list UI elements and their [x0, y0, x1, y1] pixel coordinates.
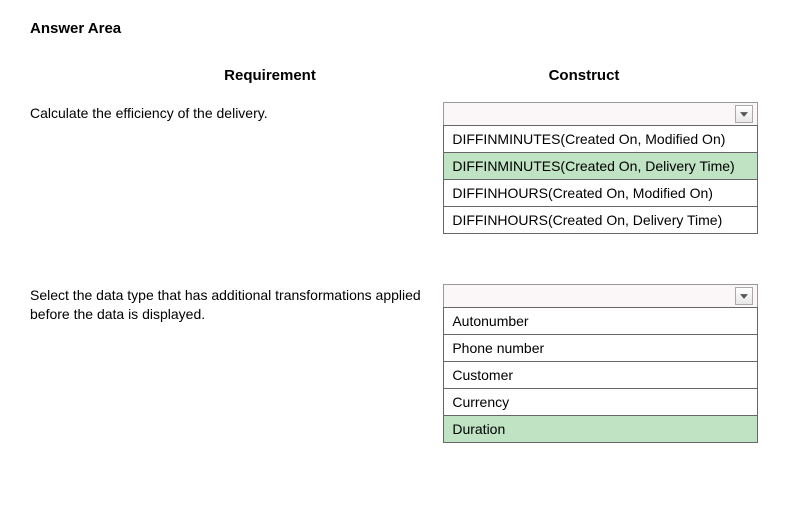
dropdown-option[interactable]: Phone number	[444, 334, 757, 361]
dropdown-option[interactable]: DIFFINMINUTES(Created On, Delivery Time)	[444, 152, 757, 179]
construct-cell: Autonumber Phone number Customer Currenc…	[443, 284, 758, 443]
dropdown-options: DIFFINMINUTES(Created On, Modified On) D…	[443, 125, 758, 234]
dropdown-option[interactable]: Autonumber	[444, 307, 757, 334]
header-construct: Construct	[450, 67, 758, 84]
column-headers: Requirement Construct	[30, 67, 758, 84]
requirement-text: Select the data type that has additional…	[30, 284, 443, 324]
dropdown-select[interactable]	[443, 284, 758, 308]
question-row: Calculate the efficiency of the delivery…	[30, 102, 758, 234]
chevron-down-icon	[735, 105, 753, 123]
dropdown-option[interactable]: Duration	[444, 415, 757, 442]
requirement-text: Calculate the efficiency of the delivery…	[30, 102, 443, 123]
chevron-down-icon	[735, 287, 753, 305]
dropdown-select[interactable]	[443, 102, 758, 126]
construct-cell: DIFFINMINUTES(Created On, Modified On) D…	[443, 102, 758, 234]
dropdown-option[interactable]: DIFFINHOURS(Created On, Modified On)	[444, 179, 757, 206]
dropdown-options: Autonumber Phone number Customer Currenc…	[443, 307, 758, 443]
header-requirement: Requirement	[30, 67, 450, 84]
dropdown-option[interactable]: Customer	[444, 361, 757, 388]
dropdown-option[interactable]: DIFFINMINUTES(Created On, Modified On)	[444, 125, 757, 152]
question-row: Select the data type that has additional…	[30, 284, 758, 443]
answer-area-title: Answer Area	[30, 20, 758, 37]
dropdown-option[interactable]: Currency	[444, 388, 757, 415]
dropdown-option[interactable]: DIFFINHOURS(Created On, Delivery Time)	[444, 206, 757, 233]
